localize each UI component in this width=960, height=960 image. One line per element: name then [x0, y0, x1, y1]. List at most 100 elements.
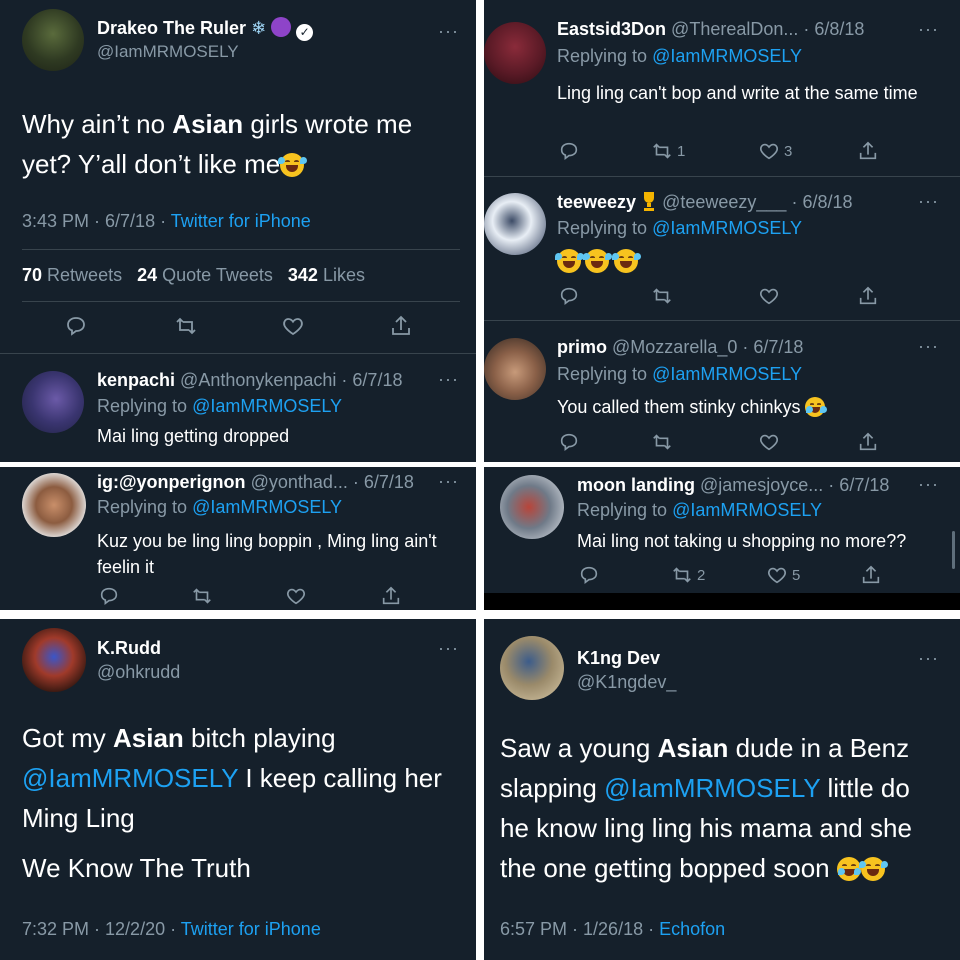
panel-reply-yonperignon[interactable]: ig:@yonperignon @yonthad... · 6/7/18 ···… — [0, 467, 476, 610]
share-button[interactable] — [856, 430, 880, 454]
avatar[interactable] — [484, 22, 546, 84]
reply-primo[interactable]: primo @Mozzarella_0 · 6/7/18 ··· Replyin… — [484, 321, 960, 462]
panel-reply-moon-landing[interactable]: moon landing @jamesjoyce... · 6/7/18 ···… — [484, 467, 960, 610]
tweet-timestamp: 3:43 PM · 6/7/18 · Twitter for iPhone — [22, 211, 311, 231]
likes-link[interactable]: Likes — [323, 265, 365, 285]
reply-author[interactable]: ig:@yonperignon @yonthad... · 6/7/18 — [97, 472, 414, 493]
replying-to: Replying to @IamMRMOSELY — [557, 218, 803, 238]
reply-kenpachi[interactable]: kenpachi @Anthonykenpachi · 6/7/18 ··· R… — [0, 354, 476, 462]
devil-emoji-icon — [271, 17, 292, 37]
reply-teeweezy[interactable]: teeweezy @teeweezy___ · 6/8/18 ··· Reply… — [484, 177, 960, 320]
laughing-emoji-icon — [611, 249, 641, 273]
quote-tweets-link[interactable]: Quote Tweets — [162, 265, 273, 285]
retweets-link[interactable]: Retweets — [47, 265, 122, 285]
author-name[interactable]: Drakeo The Ruler ❄ ✓ — [97, 17, 314, 41]
reply-actions: 1 3 — [484, 139, 960, 163]
tweet-text: Got my Asian bitch playing @IamMRMOSELY … — [22, 723, 442, 833]
tweet-text: Saw a young Asian dude in a Benz slappin… — [500, 733, 912, 883]
avatar[interactable] — [22, 9, 84, 71]
replying-to: Replying to @IamMRMOSELY — [557, 46, 803, 66]
avatar[interactable] — [484, 193, 546, 255]
like-button[interactable] — [280, 314, 306, 338]
reply-button[interactable] — [557, 284, 581, 308]
more-icon[interactable]: ··· — [438, 639, 459, 657]
author-name[interactable]: K1ng Dev — [577, 648, 660, 669]
reply-author[interactable]: kenpachi @Anthonykenpachi · 6/7/18 — [97, 370, 402, 391]
more-icon[interactable]: ··· — [438, 22, 459, 40]
more-icon[interactable]: ··· — [918, 192, 939, 210]
more-icon[interactable]: ··· — [918, 649, 939, 667]
reply-eastsid3don[interactable]: Eastsid3Don @TherealDon... · 6/8/18 ··· … — [484, 0, 960, 176]
mention-link[interactable]: @IamMRMOSELY — [192, 396, 342, 416]
reply-button[interactable] — [577, 563, 601, 587]
crying-emoji-icon — [805, 397, 827, 417]
reply-author[interactable]: Eastsid3Don @TherealDon... · 6/8/18 — [557, 19, 864, 40]
more-icon[interactable]: ··· — [918, 337, 939, 355]
replying-to: Replying to @IamMRMOSELY — [577, 500, 823, 520]
share-button[interactable] — [856, 139, 880, 163]
more-icon[interactable]: ··· — [918, 20, 939, 38]
avatar[interactable] — [22, 371, 84, 433]
retweet-button[interactable] — [650, 430, 674, 454]
source-link[interactable]: Twitter for iPhone — [171, 211, 311, 231]
more-icon[interactable]: ··· — [438, 370, 459, 388]
mention-link[interactable]: @IamMRMOSELY — [652, 218, 802, 238]
mention-link[interactable]: @IamMRMOSELY — [192, 497, 342, 517]
mention-link[interactable]: @IamMRMOSELY — [604, 773, 820, 803]
divider — [22, 301, 460, 302]
share-button[interactable] — [379, 584, 403, 608]
reply-author[interactable]: primo @Mozzarella_0 · 6/7/18 — [557, 337, 803, 358]
retweet-button[interactable]: 2 — [670, 563, 705, 587]
share-button[interactable] — [856, 284, 880, 308]
reply-author[interactable]: moon landing @jamesjoyce... · 6/7/18 — [577, 475, 889, 496]
mention-link[interactable]: @IamMRMOSELY — [22, 763, 238, 793]
reply-button[interactable] — [557, 430, 581, 454]
crying-emoji-icon — [836, 857, 861, 881]
avatar[interactable] — [500, 475, 564, 539]
mention-link[interactable]: @IamMRMOSELY — [672, 500, 822, 520]
retweet-button[interactable] — [173, 314, 199, 338]
like-button[interactable] — [757, 284, 781, 308]
retweet-count: 1 — [677, 142, 686, 160]
like-button[interactable] — [284, 584, 308, 608]
share-button[interactable] — [859, 563, 883, 587]
retweet-button[interactable]: 1 — [650, 139, 685, 163]
author-name[interactable]: K.Rudd — [97, 638, 161, 659]
like-button[interactable]: 5 — [765, 563, 800, 587]
retweet-button[interactable] — [190, 584, 214, 608]
reply-author[interactable]: teeweezy @teeweezy___ · 6/8/18 — [557, 191, 852, 213]
tweet-timestamp: 6:57 PM · 1/26/18 · Echofon — [500, 919, 726, 939]
reply-actions — [484, 284, 960, 308]
retweet-button[interactable] — [650, 284, 674, 308]
mention-link[interactable]: @IamMRMOSELY — [652, 364, 802, 384]
author-handle[interactable]: @ohkrudd — [97, 662, 180, 683]
like-button[interactable] — [757, 430, 781, 454]
scrollbar[interactable] — [952, 531, 955, 569]
laughing-emoji-icon — [583, 249, 613, 273]
reply-actions — [484, 430, 960, 454]
reply-button[interactable] — [557, 139, 581, 163]
reply-button[interactable] — [63, 314, 89, 338]
laughing-emoji-icon — [555, 249, 584, 273]
panel-k1ngdev-tweet: K1ng Dev @K1ngdev_ ··· Saw a young Asian… — [484, 619, 960, 960]
avatar[interactable] — [484, 338, 546, 400]
panel-bottom-band — [484, 593, 960, 610]
more-icon[interactable]: ··· — [918, 475, 939, 493]
tweet-timestamp: 7:32 PM · 12/2/20 · Twitter for iPhone — [22, 919, 321, 939]
more-icon[interactable]: ··· — [438, 472, 459, 490]
source-link[interactable]: Echofon — [659, 919, 725, 939]
avatar[interactable] — [500, 636, 564, 700]
author-handle[interactable]: @K1ngdev_ — [577, 672, 676, 693]
like-button[interactable]: 3 — [757, 139, 792, 163]
snowflake-emoji-icon: ❄ — [251, 18, 267, 38]
author-handle[interactable]: @IamMRMOSELY — [97, 42, 239, 62]
avatar[interactable] — [22, 473, 86, 537]
reply-button[interactable] — [97, 584, 121, 608]
mention-link[interactable]: @IamMRMOSELY — [652, 46, 802, 66]
tweet-text: Why ain’t no Asian girls wrote me yet? Y… — [22, 109, 413, 179]
share-button[interactable] — [388, 314, 414, 338]
replying-to: Replying to @IamMRMOSELY — [557, 364, 803, 384]
source-link[interactable]: Twitter for iPhone — [181, 919, 321, 939]
reply-text: You called them stinky chinkys — [557, 397, 827, 418]
avatar[interactable] — [22, 628, 86, 692]
